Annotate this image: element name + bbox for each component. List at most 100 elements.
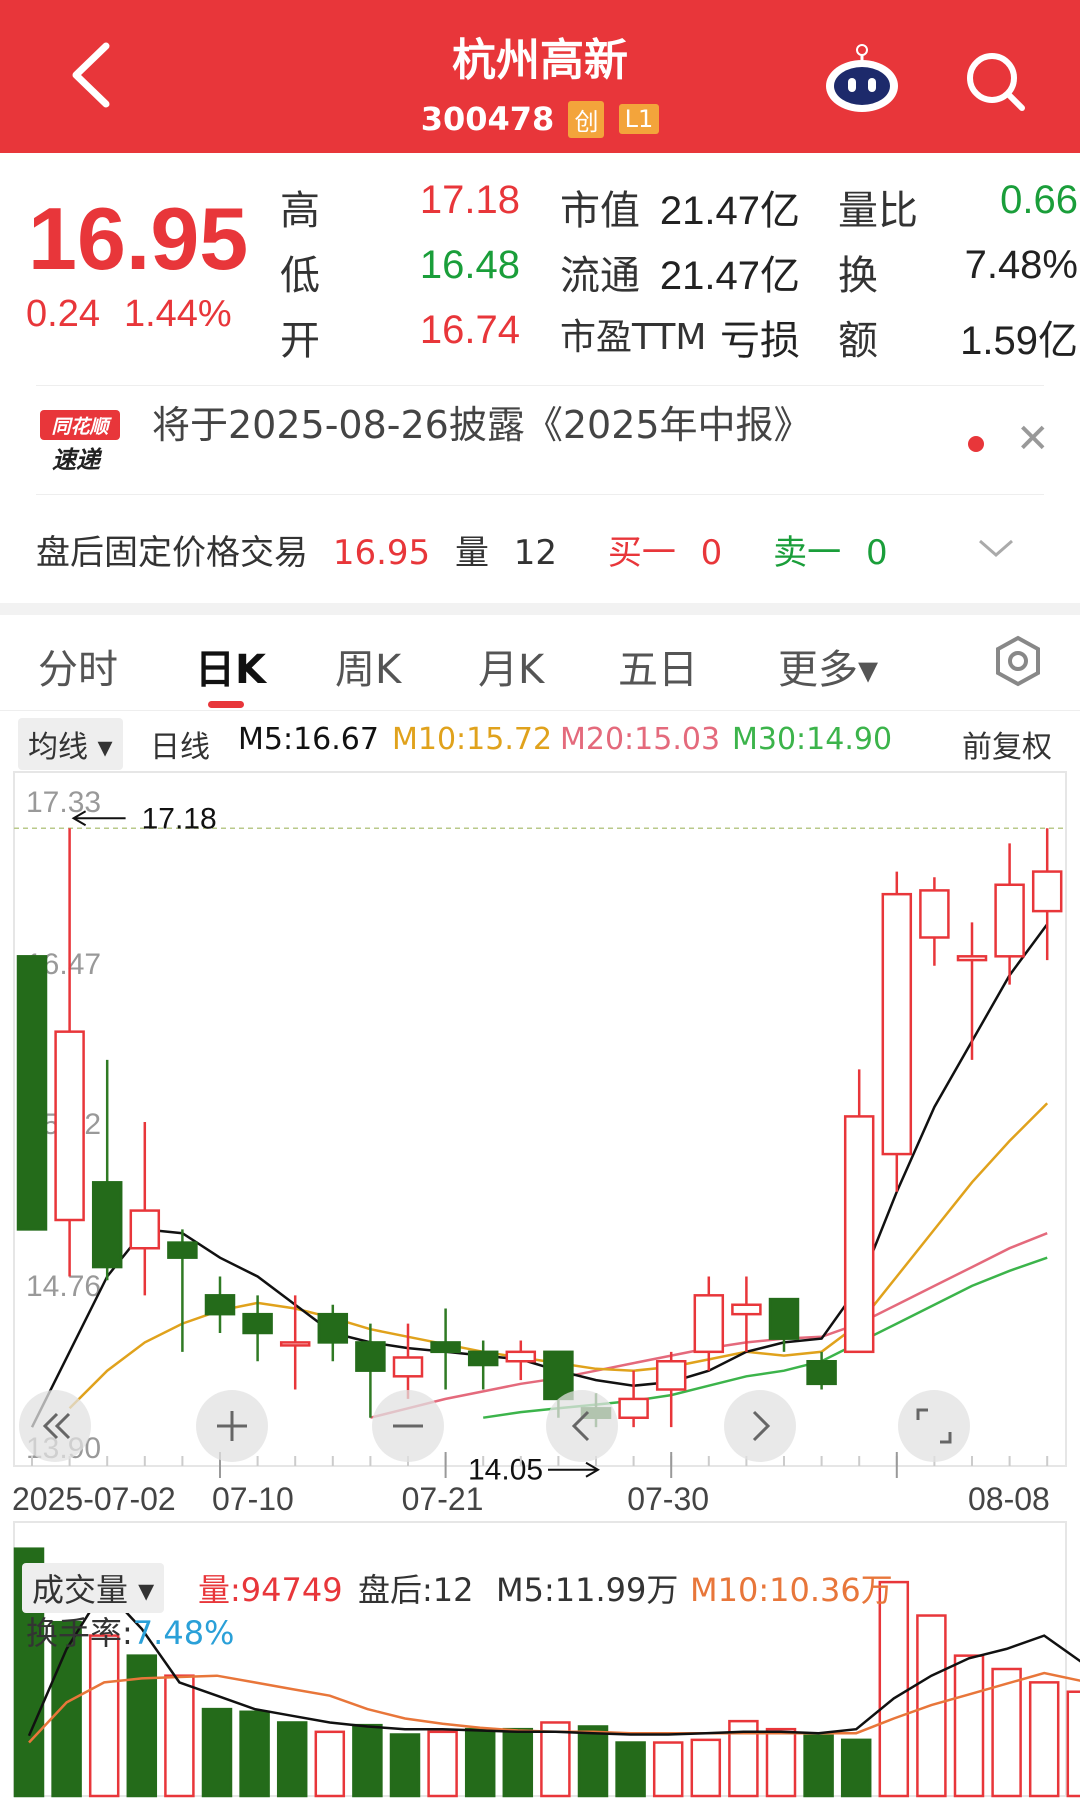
price-change: 0.24 1.44% xyxy=(26,293,256,336)
ask1-value: 0 xyxy=(865,533,888,573)
quote-panel: 16.95 0.24 1.44% 高 17.18 市值 21.47亿 量比 0.6… xyxy=(0,153,1080,383)
after-hours-price: 16.95 xyxy=(332,533,431,573)
volume-bar xyxy=(765,1727,797,1798)
x-tick-label: 07-30 xyxy=(627,1481,709,1517)
candle-body xyxy=(1031,870,1063,913)
volume-bar xyxy=(201,1707,233,1798)
volume-bar xyxy=(615,1741,646,1798)
zoom-in-icon[interactable] xyxy=(196,1390,268,1462)
volume-legend-row: 成交量 ▾ 量:94749 盘后:12 M5:11.99万 M10:10.36万 xyxy=(22,1563,1072,1613)
after-hours-label: 盘后固定价格交易 xyxy=(36,533,308,573)
open-label: 开 xyxy=(280,318,320,364)
last-price: 16.95 xyxy=(28,189,249,288)
volume-bar xyxy=(502,1727,534,1798)
report-notice[interactable]: 同花顺 速递 将于2025-08-26披露《2025年中报》 ✕ xyxy=(36,385,1050,495)
logo-text-top: 同花顺 xyxy=(51,416,112,438)
market-cap-label: 市值 xyxy=(560,188,640,234)
tab-more[interactable]: 更多▾ xyxy=(778,637,878,695)
volume-bar xyxy=(164,1674,195,1798)
candle-body xyxy=(16,955,48,1231)
section-divider xyxy=(0,603,1080,615)
candle-body xyxy=(317,1312,349,1344)
after-hours-vol-label: 量 xyxy=(454,533,489,573)
volume-selector[interactable]: 成交量 ▾ xyxy=(22,1563,165,1613)
kline-chart[interactable]: 17.3316.4715.6214.7613.90 17.1814.05 202… xyxy=(0,770,1080,1811)
robot-assistant-icon[interactable] xyxy=(822,44,902,116)
candle-body xyxy=(655,1359,687,1391)
tab-five-day[interactable]: 五日 xyxy=(618,637,698,695)
volume-bar xyxy=(1066,1690,1080,1798)
tab-weekly-k[interactable]: 周K xyxy=(335,637,401,695)
volume-value: 量:94749 xyxy=(198,1571,343,1609)
candle-body xyxy=(204,1294,236,1316)
x-tick-label: 08-08 xyxy=(968,1481,1050,1517)
tab-daily-k[interactable]: 日K xyxy=(195,637,266,695)
volume-bar xyxy=(352,1723,383,1798)
low-label: 低 xyxy=(280,253,320,299)
tab-monthly-k[interactable]: 月K xyxy=(478,637,544,695)
adjust-mode[interactable]: 前复权 xyxy=(962,722,1052,766)
turnover-label: 换 xyxy=(838,253,878,299)
volume-bar xyxy=(126,1654,158,1798)
high-value: 17.18 xyxy=(419,178,520,222)
turnover-rate-label: 换手率: xyxy=(26,1614,133,1652)
settings-hexagon-icon[interactable] xyxy=(992,635,1044,687)
scroll-right-icon[interactable] xyxy=(724,1390,796,1462)
market-cap-value: 21.47亿 xyxy=(659,189,800,233)
logo-text-bottom: 速递 xyxy=(52,446,103,474)
high-marker-label: 17.18 xyxy=(142,802,217,835)
fullscreen-icon[interactable] xyxy=(898,1390,970,1462)
scroll-left-icon[interactable] xyxy=(546,1390,618,1462)
bid1-label: 买一 xyxy=(607,533,676,573)
volume-bar xyxy=(276,1721,308,1798)
candle-body xyxy=(467,1350,499,1367)
turnover-rate-value: 7.48% xyxy=(132,1614,235,1652)
candle-body xyxy=(731,1303,762,1316)
after-hours-vol: 12 xyxy=(513,533,558,573)
volume-bar xyxy=(427,1730,458,1798)
candle-body xyxy=(167,1241,198,1259)
volume-bar xyxy=(464,1727,496,1798)
control-button-bg[interactable] xyxy=(546,1390,618,1462)
stock-code: 300478 xyxy=(420,100,555,138)
close-icon[interactable]: ✕ xyxy=(1016,416,1050,462)
volume-bar xyxy=(314,1730,346,1798)
zoom-out-icon[interactable] xyxy=(372,1390,444,1462)
y-tick-label: 17.33 xyxy=(26,786,101,819)
candle-body xyxy=(242,1312,273,1335)
amount-value: 1.59亿 xyxy=(960,319,1078,363)
volume-bar xyxy=(690,1738,722,1798)
chevron-down-icon[interactable] xyxy=(976,535,1016,561)
tonghuashun-express-logo: 同花顺 速递 xyxy=(40,410,120,474)
control-button-bg[interactable] xyxy=(724,1390,796,1462)
period-label: 日线 xyxy=(150,730,210,765)
candle-body xyxy=(693,1294,725,1354)
volume-bar xyxy=(991,1667,1022,1798)
candle-body xyxy=(843,1115,875,1354)
high-label: 高 xyxy=(280,188,320,234)
after-hours-row[interactable]: 盘后固定价格交易 16.95 量 12 买一 0 卖一 0 xyxy=(36,525,1044,575)
ma20-label: M20:15.03 xyxy=(560,722,721,757)
turnover-rate: 换手率:7.48% xyxy=(26,1608,234,1654)
tab-intraday[interactable]: 分时 xyxy=(38,637,118,695)
volume-bar xyxy=(239,1710,270,1798)
level-badge: L1 xyxy=(618,104,660,134)
control-button-bg[interactable] xyxy=(898,1390,970,1462)
search-icon[interactable] xyxy=(962,48,1028,114)
candle-body xyxy=(618,1397,649,1419)
volume-bar xyxy=(803,1734,834,1798)
volume-ratio-label: 量比 xyxy=(838,188,918,234)
ma5-label: M5:16.67 xyxy=(238,722,379,757)
candle-body xyxy=(806,1359,837,1386)
volume-bar xyxy=(953,1654,985,1798)
rewind-icon[interactable] xyxy=(19,1390,91,1462)
indicator-selector[interactable]: 均线 ▾ xyxy=(18,718,123,770)
amount-label: 额 xyxy=(838,318,878,364)
volume-bar xyxy=(389,1733,421,1798)
top-bar: 杭州高新 300478 创 L1 xyxy=(0,0,1080,153)
x-tick-label: 07-21 xyxy=(402,1481,484,1517)
candle-body xyxy=(129,1209,161,1250)
volume-bar xyxy=(577,1725,609,1798)
volume-bar xyxy=(652,1741,684,1798)
candle-body xyxy=(768,1297,800,1340)
